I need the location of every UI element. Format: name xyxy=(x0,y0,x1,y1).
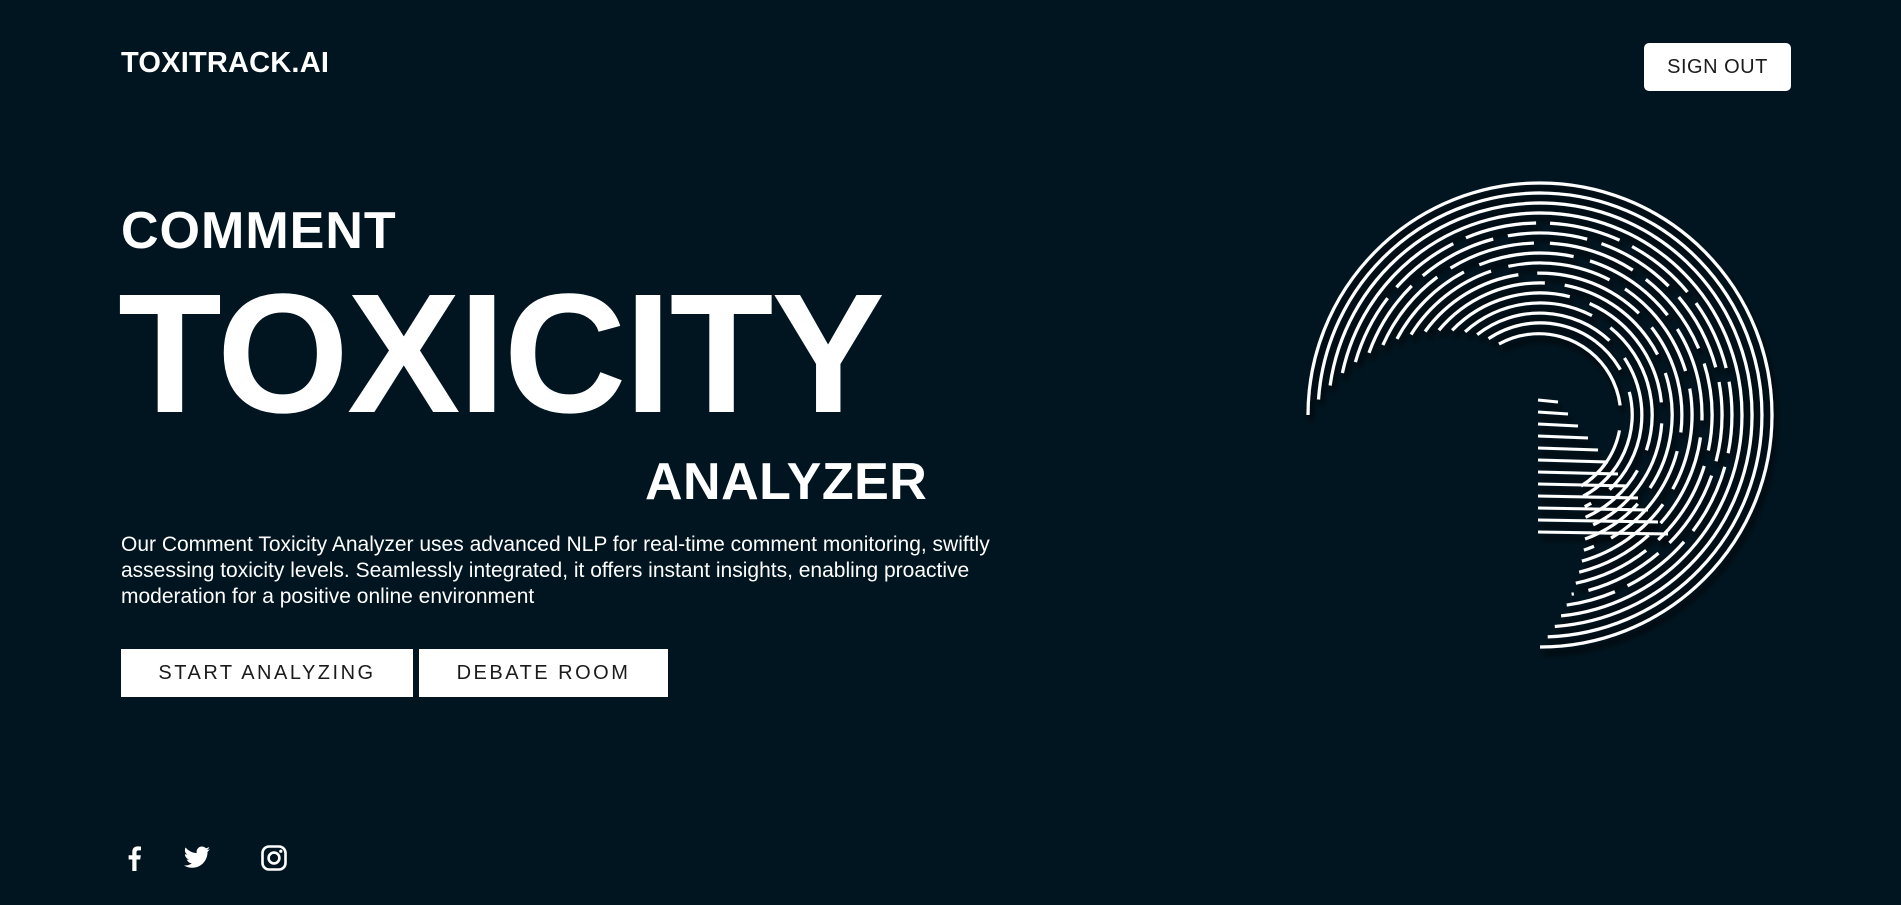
spiral-tail-stroke xyxy=(1537,470,1619,476)
spiral-arc xyxy=(1328,201,1754,629)
landing-page: TOXITRACK.AI SIGN OUT COMMENT TOXICITY A… xyxy=(0,0,1901,905)
hero-description: Our Comment Toxicity Analyzer uses advan… xyxy=(121,533,990,608)
spiral-arc xyxy=(1353,221,1734,607)
spiral-tail-stroke xyxy=(1537,446,1599,452)
spiral-arc xyxy=(1487,321,1634,498)
debate-room-button[interactable]: DEBATE ROOM xyxy=(419,649,668,697)
start-analyzing-button[interactable]: START ANALYZING xyxy=(121,649,413,697)
facebook-icon[interactable] xyxy=(118,842,150,874)
instagram-icon[interactable] xyxy=(258,842,290,874)
spiral-tail-stroke xyxy=(1537,530,1669,536)
hero-title-toxicity: TOXICITY xyxy=(118,259,885,449)
hero-title-analyzer: ANALYZER xyxy=(645,453,928,511)
spiral-arc xyxy=(1437,281,1674,541)
spiral-tail-stroke xyxy=(1537,518,1659,524)
spiral-tail-stroke xyxy=(1537,458,1609,464)
spiral-tail-stroke xyxy=(1537,410,1569,416)
spiral-tail-stroke xyxy=(1537,494,1639,500)
spiral-tail-stroke xyxy=(1537,398,1559,404)
spiral-graphic xyxy=(1306,181,1774,649)
spiral-tail-stroke xyxy=(1537,422,1579,428)
spiral-arc xyxy=(1316,191,1764,639)
brand-logo[interactable]: TOXITRACK.AI xyxy=(121,47,329,80)
twitter-icon[interactable] xyxy=(181,842,213,874)
hero-title-comment: COMMENT xyxy=(121,202,397,260)
spiral-tail-stroke xyxy=(1537,434,1589,440)
sign-out-button[interactable]: SIGN OUT xyxy=(1644,43,1791,91)
spiral-tail-stroke xyxy=(1537,506,1649,512)
spiral-tail-stroke xyxy=(1537,482,1629,488)
